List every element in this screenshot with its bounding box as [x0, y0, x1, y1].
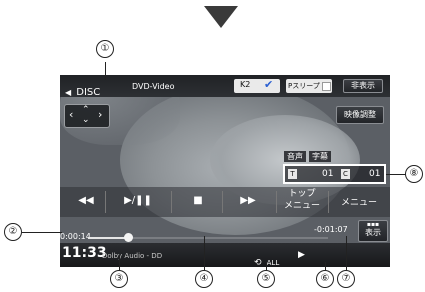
callout-2: ② — [4, 223, 22, 241]
device-screen: ◀ DISC DVD-Video K2 ✔ Pスリープ 非表示 ‹ ⌃ ⌄ › 映… — [60, 75, 390, 267]
sleep-label: Pスリープ — [288, 82, 320, 90]
video-adjust-button[interactable]: 映像調整 — [336, 106, 384, 124]
progress-knob[interactable] — [124, 233, 134, 242]
stop-icon[interactable]: ■ — [188, 195, 208, 206]
top-menu-button[interactable]: トップ メニュー — [278, 188, 326, 216]
previous-track-icon[interactable]: ◀◀ — [68, 195, 104, 206]
divider — [328, 191, 329, 213]
play-pause-icon[interactable]: ▶/❚❚ — [120, 195, 156, 206]
remaining-time: -0:01:07 — [314, 225, 348, 234]
clock: 11:33 — [62, 245, 107, 261]
callout-8: ⑧ — [405, 165, 423, 183]
leader-line — [119, 255, 120, 271]
k2-label: K2 — [240, 80, 251, 89]
nav-left-icon[interactable]: ‹ — [69, 108, 73, 121]
subtitle-tag[interactable]: 字幕 — [309, 151, 331, 162]
nav-right-icon[interactable]: › — [98, 108, 102, 121]
callout-5: ⑤ — [257, 270, 275, 288]
audio-tag[interactable]: 音声 — [284, 151, 306, 162]
repeat-indicator[interactable]: ⟲ ALL — [254, 250, 284, 267]
display-button[interactable]: ▪▪▪ 表示 — [358, 220, 388, 242]
leader-line — [105, 62, 106, 80]
repeat-icon: ⟲ — [254, 258, 262, 267]
top-menu-label-1: トップ — [288, 189, 316, 199]
hide-button[interactable]: 非表示 — [343, 79, 383, 93]
leader-line — [325, 262, 326, 270]
back-button[interactable]: ◀ DISC — [65, 80, 115, 98]
display-grid-icon: ▪▪▪ — [366, 221, 380, 228]
leader-line — [22, 232, 62, 233]
play-status-icon: ▶ — [298, 250, 305, 260]
sleep-checkbox-icon — [322, 82, 331, 91]
nav-up-down-icon[interactable]: ⌃ ⌄ — [82, 105, 90, 125]
leader-line — [204, 236, 205, 270]
callout-1: ① — [96, 40, 114, 58]
audio-format: Dolby Audio - DD — [102, 252, 163, 260]
menu-button[interactable]: メニュー — [332, 195, 386, 208]
back-chevron-icon: ◀ — [65, 88, 72, 97]
progress-fill — [88, 237, 129, 239]
chapter-tag: C — [341, 169, 350, 179]
chapter-number: 01 — [369, 169, 381, 179]
title-number: 01 — [322, 169, 334, 179]
divider — [105, 191, 106, 213]
callout-4: ④ — [195, 270, 213, 288]
navigation-pad[interactable]: ‹ ⌃ ⌄ › — [64, 104, 110, 128]
leader-line — [346, 236, 347, 270]
divider — [222, 191, 223, 213]
next-track-icon[interactable]: ▶▶ — [230, 195, 266, 206]
title-chapter-indicator: T 01 C 01 — [283, 164, 386, 184]
repeat-label: ALL — [266, 259, 280, 267]
callout-6: ⑥ — [316, 270, 334, 288]
source-label: DISC — [76, 87, 101, 98]
media-mode-label: DVD-Video — [132, 82, 175, 91]
sleep-toggle[interactable]: Pスリープ — [286, 79, 332, 93]
k2-toggle[interactable]: K2 ✔ — [234, 78, 280, 93]
top-menu-label-2: メニュー — [283, 201, 320, 211]
elapsed-time: 0:00:14 — [60, 232, 91, 241]
title-tag: T — [288, 169, 297, 179]
divider — [171, 191, 172, 213]
divider — [276, 191, 277, 213]
leader-line — [386, 174, 406, 175]
callout-3: ③ — [110, 270, 128, 288]
pointer-arrow-icon — [204, 6, 238, 28]
k2-check-icon: ✔ — [264, 78, 274, 91]
display-label: 表示 — [365, 228, 381, 237]
callout-7: ⑦ — [337, 270, 355, 288]
leader-line — [266, 262, 267, 270]
